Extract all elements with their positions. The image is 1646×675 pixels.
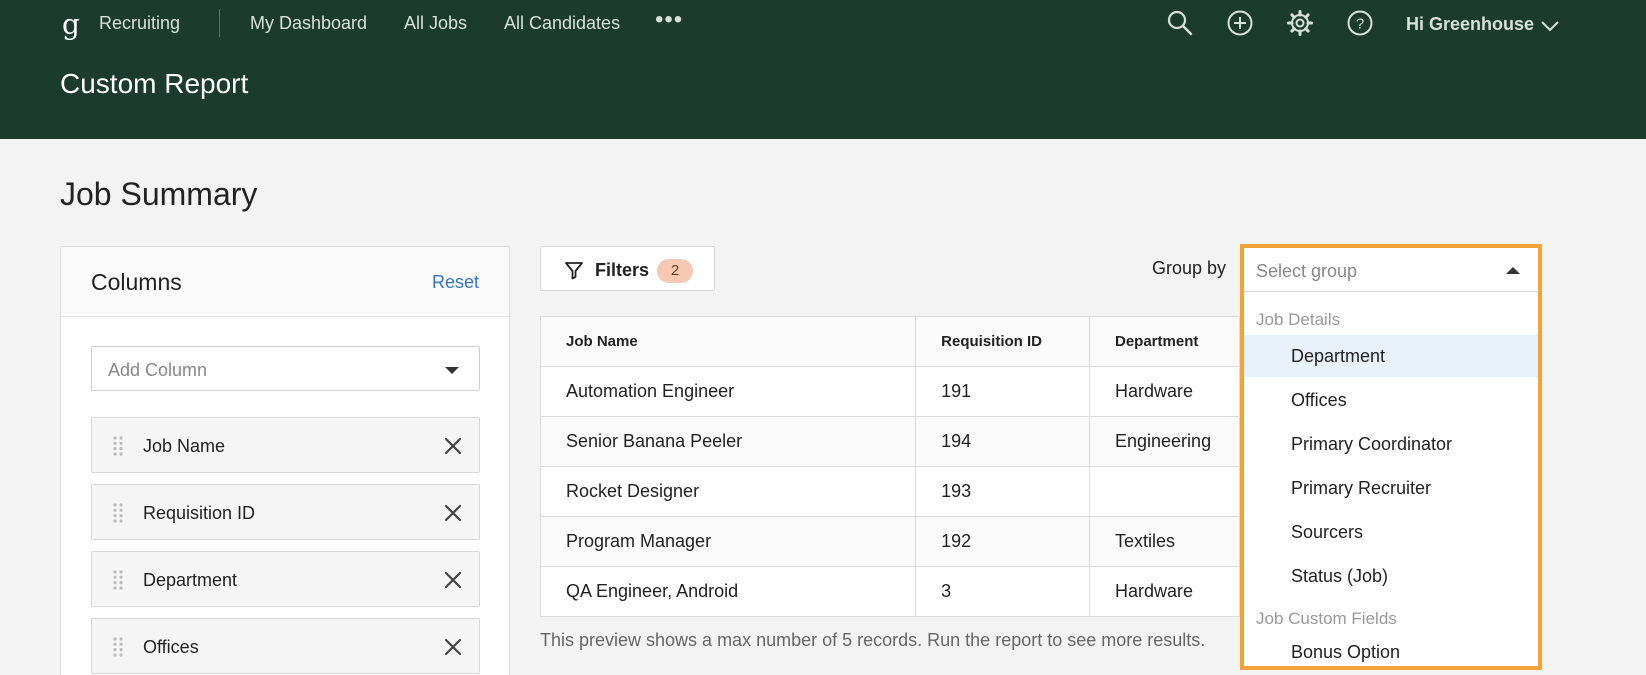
- option-offices[interactable]: Offices: [1244, 379, 1538, 421]
- add-column-select[interactable]: Add Column: [91, 346, 480, 391]
- page-title: Custom Report: [60, 68, 249, 99]
- svg-text:?: ?: [1356, 16, 1364, 33]
- drag-handle-icon[interactable]: [112, 636, 124, 658]
- table-cell: 3: [915, 566, 1090, 617]
- add-column-placeholder: Add Column: [108, 360, 208, 380]
- nav-all-candidates[interactable]: All Candidates: [504, 13, 620, 34]
- filter-funnel-icon: [564, 260, 584, 280]
- greenhouse-logo[interactable]: g: [62, 8, 80, 41]
- nav-more-menu[interactable]: •••: [655, 6, 683, 34]
- nav-my-dashboard[interactable]: My Dashboard: [250, 13, 367, 34]
- table-header-row: Job Name Requisition ID Department: [539, 316, 1240, 367]
- caret-down-icon: [445, 367, 459, 374]
- help-icon[interactable]: ?: [1346, 9, 1374, 37]
- reset-link[interactable]: Reset: [432, 272, 479, 293]
- add-circle-icon[interactable]: [1226, 9, 1254, 37]
- columns-panel: Columns Reset Add Column Job Name Requis…: [60, 246, 510, 675]
- table-row: Program Manager 192 Textiles: [539, 516, 1240, 567]
- nav-divider: [219, 9, 220, 37]
- column-item[interactable]: Offices: [91, 618, 480, 674]
- table-cell: Automation Engineer: [539, 366, 917, 417]
- option-group-heading: Job Details: [1256, 310, 1341, 329]
- table-cell: Engineering: [1089, 416, 1240, 467]
- option-label: Primary Coordinator: [1291, 434, 1453, 454]
- option-label: Status (Job): [1291, 566, 1389, 586]
- column-item[interactable]: Job Name: [91, 417, 480, 473]
- table-cell: 192: [915, 516, 1090, 567]
- option-label: Department: [1291, 346, 1386, 366]
- user-menu[interactable]: Hi Greenhouse: [1406, 14, 1534, 35]
- option-bonus-option[interactable]: Bonus Option: [1244, 631, 1538, 673]
- close-icon[interactable]: [443, 503, 463, 523]
- section-title: Job Summary: [60, 176, 258, 212]
- group-by-label: Group by: [1152, 258, 1227, 278]
- option-status-job[interactable]: Status (Job): [1244, 555, 1538, 597]
- option-sourcers[interactable]: Sourcers: [1244, 511, 1538, 553]
- option-label: Bonus Option: [1291, 642, 1401, 662]
- close-icon[interactable]: [443, 570, 463, 590]
- columns-panel-header: Columns Reset: [61, 247, 509, 317]
- nav-all-jobs[interactable]: All Jobs: [404, 13, 467, 34]
- column-label: Requisition ID: [143, 503, 256, 523]
- close-icon[interactable]: [443, 637, 463, 657]
- column-label: Department: [143, 570, 238, 590]
- option-label: Sourcers: [1291, 522, 1364, 542]
- table-header[interactable]: Job Name: [539, 316, 917, 367]
- column-item[interactable]: Department: [91, 551, 480, 607]
- caret-up-icon: [1506, 267, 1520, 274]
- column-label: Job Name: [143, 436, 226, 456]
- column-item[interactable]: Requisition ID: [91, 484, 480, 540]
- gear-icon[interactable]: [1286, 9, 1314, 37]
- drag-handle-icon[interactable]: [112, 435, 124, 457]
- table-row: Automation Engineer 191 Hardware: [539, 366, 1240, 417]
- app-name[interactable]: Recruiting: [99, 13, 180, 34]
- table-cell: QA Engineer, Android: [539, 566, 917, 617]
- table-cell: Hardware: [1089, 366, 1240, 417]
- table-cell: Program Manager: [539, 516, 917, 567]
- table-cell: Rocket Designer: [539, 466, 917, 517]
- table-cell: Senior Banana Peeler: [539, 416, 917, 467]
- table-cell: 194: [915, 416, 1090, 467]
- filters-label: Filters: [595, 260, 650, 280]
- table-cell: Hardware: [1089, 566, 1240, 617]
- columns-title: Columns: [91, 269, 182, 295]
- option-department[interactable]: Department: [1244, 335, 1538, 377]
- option-label: Offices: [1291, 390, 1347, 410]
- table-cell: [1089, 466, 1240, 517]
- table-header[interactable]: Department: [1089, 316, 1240, 367]
- table-cell: 193: [915, 466, 1090, 517]
- drag-handle-icon[interactable]: [112, 569, 124, 591]
- option-primary-recruiter[interactable]: Primary Recruiter: [1244, 467, 1538, 509]
- report-preview-table: Job Name Requisition ID Department Autom…: [539, 316, 1240, 617]
- top-header: g Recruiting My Dashboard All Jobs All C…: [0, 0, 1646, 139]
- table-header[interactable]: Requisition ID: [915, 316, 1090, 367]
- search-icon[interactable]: [1166, 9, 1194, 37]
- option-group-heading: Job Custom Fields: [1256, 609, 1397, 628]
- filters-button[interactable]: Filters 2: [540, 246, 715, 291]
- group-by-placeholder: Select group: [1256, 261, 1358, 281]
- column-label: Offices: [143, 637, 199, 657]
- drag-handle-icon[interactable]: [112, 502, 124, 524]
- preview-note: This preview shows a max number of 5 rec…: [540, 630, 1206, 650]
- table-cell: Textiles: [1089, 516, 1240, 567]
- table-row: Rocket Designer 193: [539, 466, 1240, 517]
- table-row: Senior Banana Peeler 194 Engineering: [539, 416, 1240, 467]
- group-by-dropdown[interactable]: Select group Job Details Department Offi…: [1240, 244, 1542, 670]
- chevron-down-icon[interactable]: [1540, 18, 1560, 34]
- option-label: Primary Recruiter: [1291, 478, 1432, 498]
- group-by-select[interactable]: Select group: [1244, 248, 1538, 292]
- table-cell: 191: [915, 366, 1090, 417]
- option-primary-coordinator[interactable]: Primary Coordinator: [1244, 423, 1538, 465]
- table-row: QA Engineer, Android 3 Hardware: [539, 566, 1240, 617]
- filters-count-badge: 2: [657, 259, 693, 283]
- close-icon[interactable]: [443, 436, 463, 456]
